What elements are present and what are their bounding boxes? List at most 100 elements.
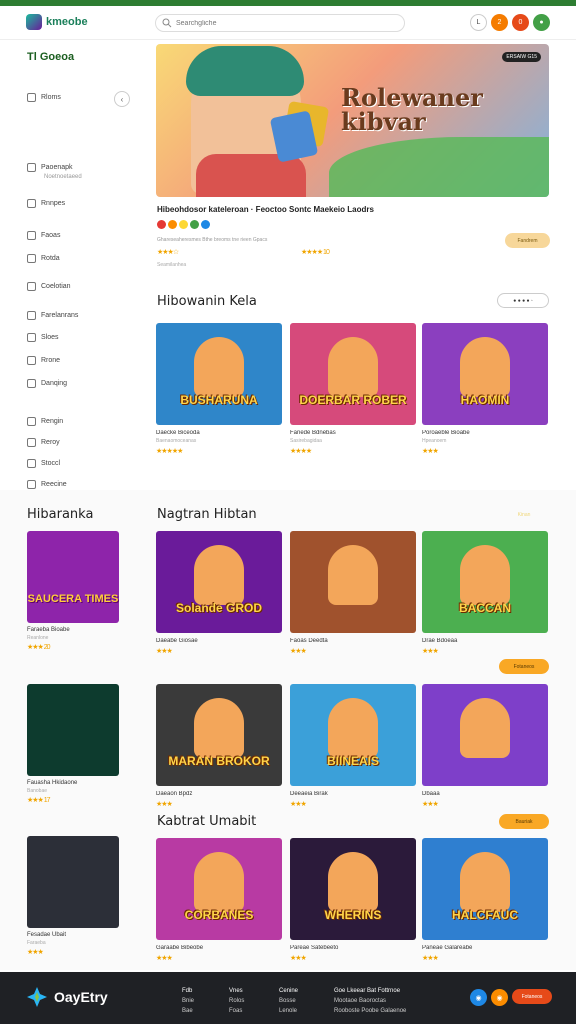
footer-column-heading: Vnes: [229, 988, 243, 994]
game-thumbnail: [422, 684, 548, 786]
sidebar-item-label: Rrone: [41, 357, 61, 364]
footer-logo-text: OayEtry: [54, 989, 108, 1005]
sidebar-item[interactable]: Paoenapk: [27, 163, 73, 172]
sidebar: Tl Goeoa ‹ Rloms Paoenapk Noetnoetaeed Rnnp…: [0, 41, 148, 489]
game-thumbnail-title: CORBANES: [184, 908, 254, 922]
game-meta: Banobae: [27, 788, 48, 794]
platform-icon: [201, 220, 210, 229]
game-thumbnail: WHERINS: [290, 838, 416, 940]
profile-icon[interactable]: ●: [533, 14, 550, 31]
sidebar-item-label: Faoas: [41, 232, 61, 239]
game-card[interactable]: Solande GROD Daeabe Giosae ★★★: [156, 531, 282, 655]
sidebar-toggle-button[interactable]: ‹: [114, 91, 130, 107]
game-thumbnail-title: BIINEAIS: [326, 754, 379, 768]
hero-info-title[interactable]: Hibeohdosor kateleroan · Feoctoo Sontc M…: [157, 205, 374, 214]
search-input[interactable]: [176, 19, 376, 27]
logo[interactable]: kmeobe: [26, 14, 88, 30]
footer-button[interactable]: Fotaneos: [512, 989, 552, 1004]
notification-icon[interactable]: 2: [491, 14, 508, 31]
game-rating: ★★★: [290, 955, 307, 962]
game-thumbnail: Solande GROD: [156, 531, 282, 633]
game-card[interactable]: BIINEAIS Deeaeia Birak ★★★: [290, 684, 416, 808]
game-name: Fesadae Ubait: [27, 932, 67, 938]
game-rating: ★★★: [27, 949, 44, 956]
footer-link[interactable]: Rolos: [229, 996, 244, 1006]
game-card[interactable]: DOERBAR ROBER Fanede Bdnebas Sasirebagidaa…: [290, 323, 416, 455]
game-card[interactable]: MARAN BROKOR Daeaon Bpdz ★★★: [156, 684, 282, 808]
sidebar-item[interactable]: Danqing: [27, 379, 67, 388]
featured-pager[interactable]: ● ● ● ● ◦: [497, 293, 549, 308]
footer-link[interactable]: Lenole: [279, 1006, 298, 1016]
sidebar-item[interactable]: Stoccl: [27, 459, 60, 468]
hero-rating-secondary: ★★★★ 10: [301, 249, 330, 256]
game-card[interactable]: SAUCERA TIMES Faraeba Bioabe Reanlone ★★★ 2…: [27, 531, 119, 651]
game-thumbnail-title: HALCFAUC: [452, 908, 518, 922]
footer-link[interactable]: Foas: [229, 1006, 244, 1016]
game-character: [194, 545, 244, 605]
hero-meta: Seamilanhea: [157, 262, 187, 268]
sidebar-item[interactable]: Faoas: [27, 231, 60, 240]
sidebar-item-label: Reecine: [41, 481, 67, 488]
game-card[interactable]: Fesadae Ubait Faraeba ★★★: [27, 836, 119, 956]
game-card[interactable]: BACCAN Drae Bdoeaa ★★★: [422, 531, 548, 655]
game-character: [328, 337, 378, 397]
hero-platform-chips: [157, 220, 210, 229]
game-character: [460, 852, 510, 912]
sidebar-item[interactable]: Farelanrans: [27, 311, 78, 320]
footer-link[interactable]: Bae: [182, 1006, 194, 1016]
game-card[interactable]: HALCFAUC Paneae Galareabe ★★★: [422, 838, 548, 962]
header: kmeobe L 2 0 ●: [0, 6, 576, 40]
new-section-title: Nagtran Hibtan: [157, 507, 257, 522]
footer-link[interactable]: Bnie: [182, 996, 194, 1006]
footer-link[interactable]: Rooboste Poobe Galaenoe: [334, 1006, 406, 1016]
game-card[interactable]: CORBANES Garaabe Bibeobe ★★★: [156, 838, 282, 962]
search-bar[interactable]: [155, 14, 405, 32]
game-meta: Sasirebagidaa: [290, 438, 322, 444]
game-card[interactable]: Dbaaa ★★★: [422, 684, 548, 808]
game-thumbnail-title: DOERBAR ROBER: [299, 393, 407, 407]
user-icon[interactable]: L: [470, 14, 487, 31]
sidebar-item[interactable]: Rotda: [27, 254, 60, 263]
sidebar-item[interactable]: Reecine: [27, 480, 67, 489]
sidebar-item[interactable]: Coelotian: [27, 282, 71, 291]
hero-action-button[interactable]: Fandrem: [505, 233, 550, 248]
sidebar-item-label: Danqing: [41, 380, 68, 387]
sidebar-item[interactable]: Rloms: [27, 93, 61, 102]
game-card[interactable]: Fauasha Hkidaone Banobae ★★★ 17: [27, 684, 119, 804]
game-card[interactable]: WHERINS Pareae Satebeeto ★★★: [290, 838, 416, 962]
footer-link[interactable]: Bosse: [279, 996, 298, 1006]
cart-icon[interactable]: 0: [512, 14, 529, 31]
game-card[interactable]: Faoas Deedta ★★★: [290, 531, 416, 655]
show-more-button[interactable]: Fotaneos: [499, 659, 549, 674]
game-rating: ★★★: [422, 955, 439, 962]
game-name: Faraeba Bioabe: [27, 627, 70, 633]
game-rating: ★★★: [290, 801, 307, 808]
game-card[interactable]: BUSHARUNA Daecke Biceoda Baenaomoceanas ★★★…: [156, 323, 282, 455]
hero-badge: ERSAIW G15: [502, 52, 541, 62]
trophy-icon: [27, 311, 36, 320]
game-rating: ★★★★: [290, 448, 312, 455]
new-section-link[interactable]: Kinan: [499, 507, 549, 522]
footer-social-icon[interactable]: ◉: [470, 989, 487, 1006]
game-thumbnail-title: MARAN BROKOR: [168, 754, 270, 768]
footer-logo[interactable]: OayEtry: [26, 986, 108, 1008]
list-icon: [27, 199, 36, 208]
sidebar-item[interactable]: Rengin: [27, 417, 63, 426]
footer-link[interactable]: Mootaoe Baoroctas: [334, 996, 406, 1006]
latest-section-button[interactable]: Bauriak: [499, 814, 549, 829]
game-character: [460, 337, 510, 397]
game-card[interactable]: HAOMIN Poroaeble Bioabe Hpeanoem ★★★: [422, 323, 548, 455]
sidebar-item-label: Sloes: [41, 334, 59, 341]
hero-banner[interactable]: Rolewaner kibvar ERSAIW G15: [156, 44, 549, 197]
game-name: Garaabe Bibeobe: [156, 945, 204, 951]
tag-icon: [27, 254, 36, 263]
sidebar-item[interactable]: Rnnpes: [27, 199, 65, 208]
sidebar-item[interactable]: Reroy: [27, 438, 60, 447]
user-icon: [27, 417, 36, 426]
game-name: Drae Bdoeaa: [422, 638, 458, 644]
sidebar-item[interactable]: Rrone: [27, 356, 60, 365]
sidebar-item[interactable]: Sloes: [27, 333, 59, 342]
game-character: [194, 852, 244, 912]
footer-social-icon[interactable]: ◉: [491, 989, 508, 1006]
calendar-icon: [27, 356, 36, 365]
